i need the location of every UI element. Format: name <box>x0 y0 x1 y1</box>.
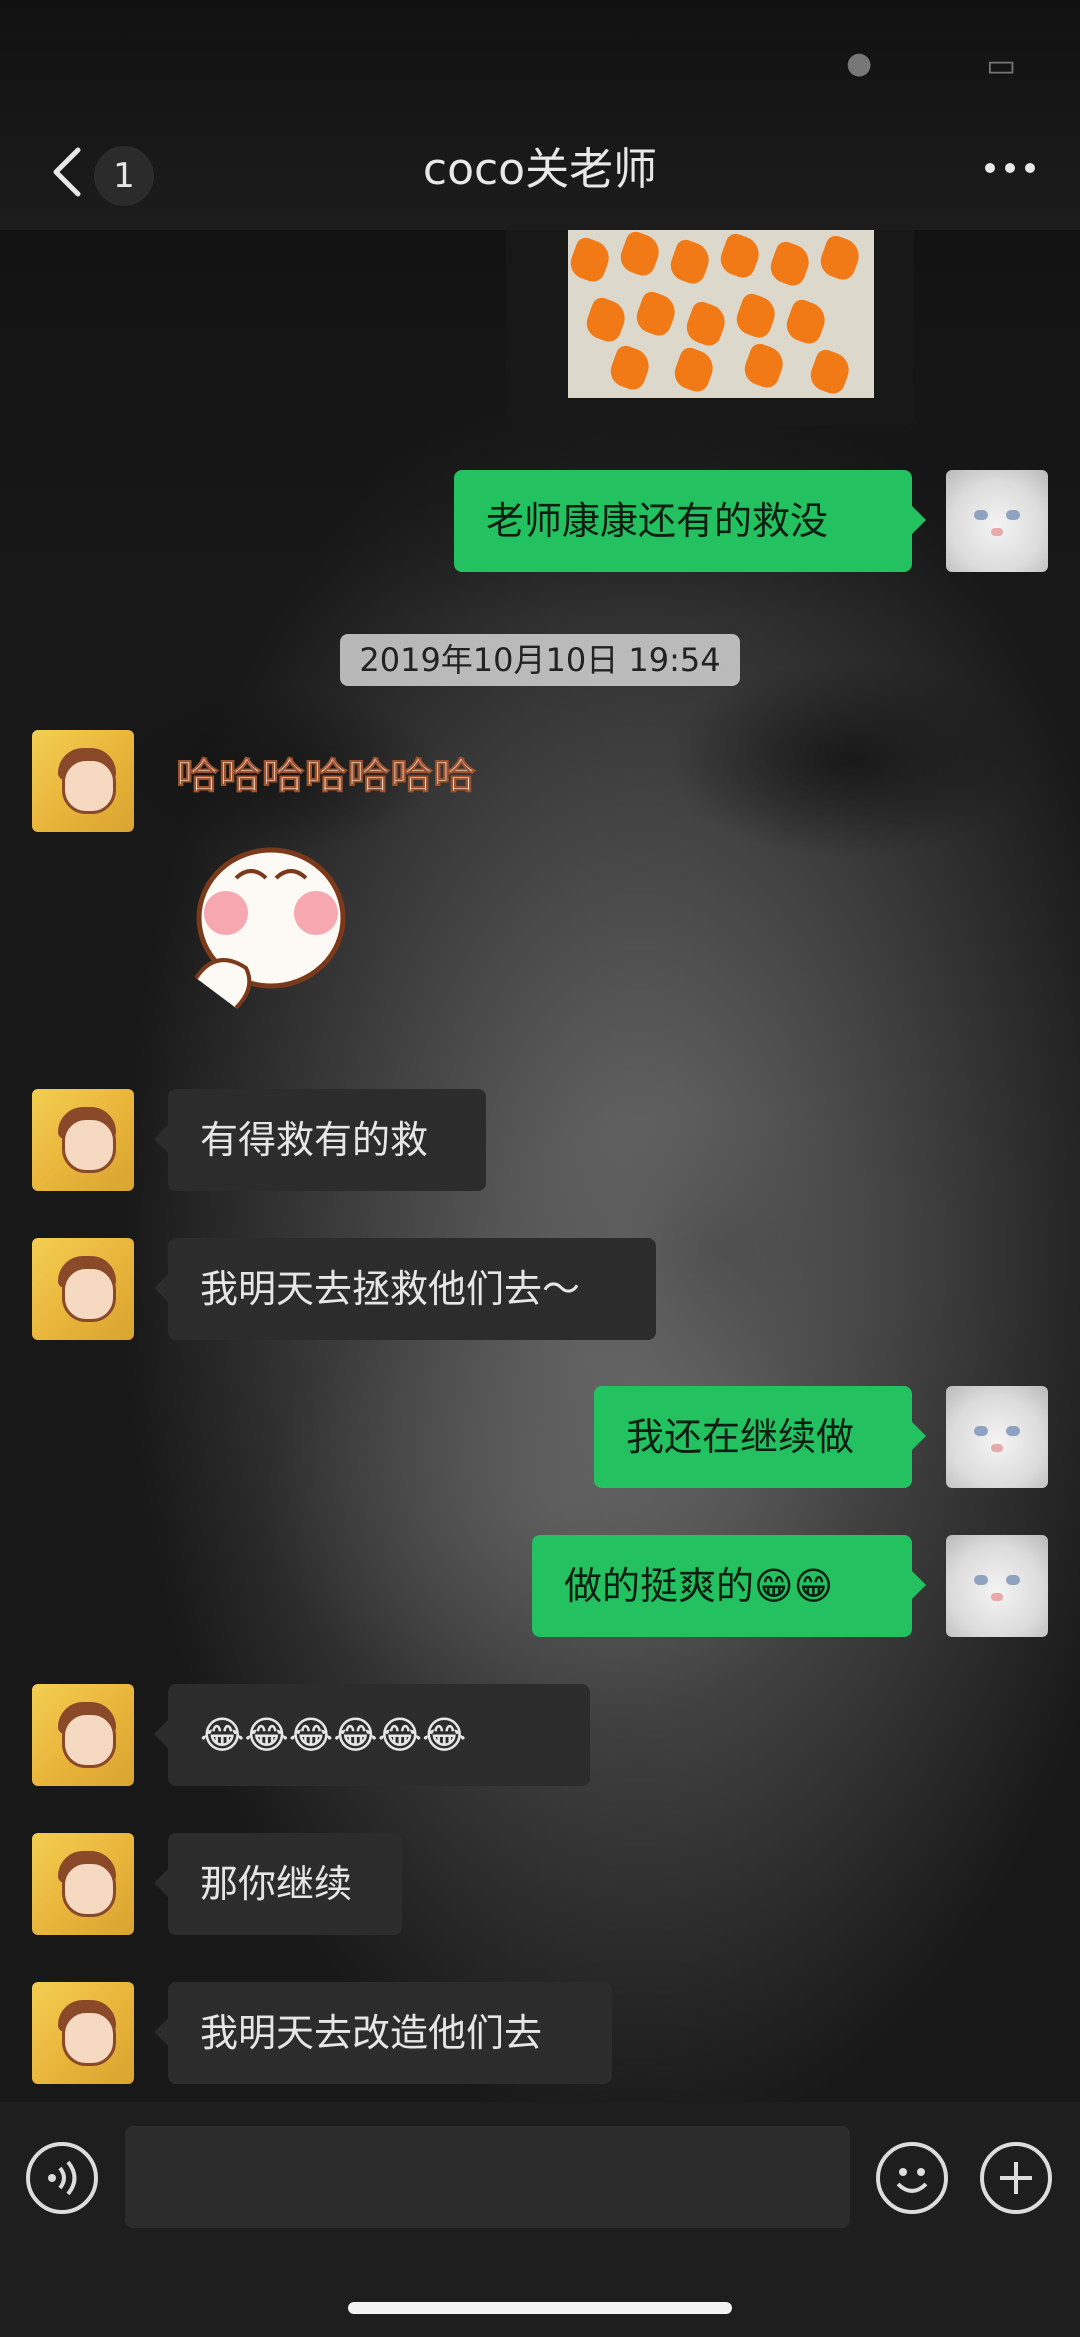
avatar[interactable] <box>32 1833 134 1935</box>
avatar[interactable] <box>32 730 134 832</box>
message-input[interactable] <box>125 2126 850 2228</box>
message-timestamp: 2019年10月10日 19:54 <box>340 634 740 686</box>
message-bubble[interactable]: 我明天去拯救他们去～ <box>154 1238 656 1340</box>
avatar[interactable] <box>32 1982 134 2084</box>
top-bar: ● ▭ 1 coco关老师 <box>0 0 1080 230</box>
home-indicator[interactable] <box>348 2302 732 2314</box>
avatar[interactable] <box>32 1089 134 1191</box>
avatar[interactable] <box>946 470 1048 572</box>
avatar[interactable] <box>946 1535 1048 1637</box>
message-bubble[interactable]: 那你继续 <box>154 1833 402 1935</box>
avatar[interactable] <box>32 1238 134 1340</box>
avatar[interactable] <box>946 1386 1048 1488</box>
message-bubble[interactable]: 做的挺爽的😁😁 <box>532 1535 926 1637</box>
message-bubble[interactable]: 我还在继续做 <box>594 1386 926 1488</box>
message-bubble[interactable]: 我明天去改造他们去 <box>154 1982 612 2084</box>
nav-bar: 1 coco关老师 <box>0 118 1080 228</box>
more-dots-icon[interactable] <box>980 158 1040 186</box>
avatar[interactable] <box>32 1684 134 1786</box>
voice-icon[interactable] <box>26 2142 98 2214</box>
message-bubble[interactable]: 老师康康还有的救没 <box>454 470 926 572</box>
plus-icon[interactable] <box>980 2142 1052 2214</box>
battery-icon: ▭ <box>986 46 1017 84</box>
sent-photo[interactable] <box>506 230 914 426</box>
message-bubble[interactable]: 有得救有的救 <box>154 1089 486 1191</box>
sticker-text: 哈哈哈哈哈哈哈 <box>176 756 476 797</box>
chevron-left-icon[interactable] <box>48 146 88 198</box>
signal-icon: ● <box>846 46 873 81</box>
chat-title: coco关老师 <box>422 144 658 195</box>
unread-count-badge[interactable]: 1 <box>94 146 154 206</box>
emoji-icon[interactable] <box>876 2142 948 2214</box>
sticker-laughing[interactable]: 哈哈哈哈哈哈哈 <box>166 728 486 1048</box>
message-bubble[interactable]: 😂😂😂😂😂😂 <box>154 1684 590 1786</box>
